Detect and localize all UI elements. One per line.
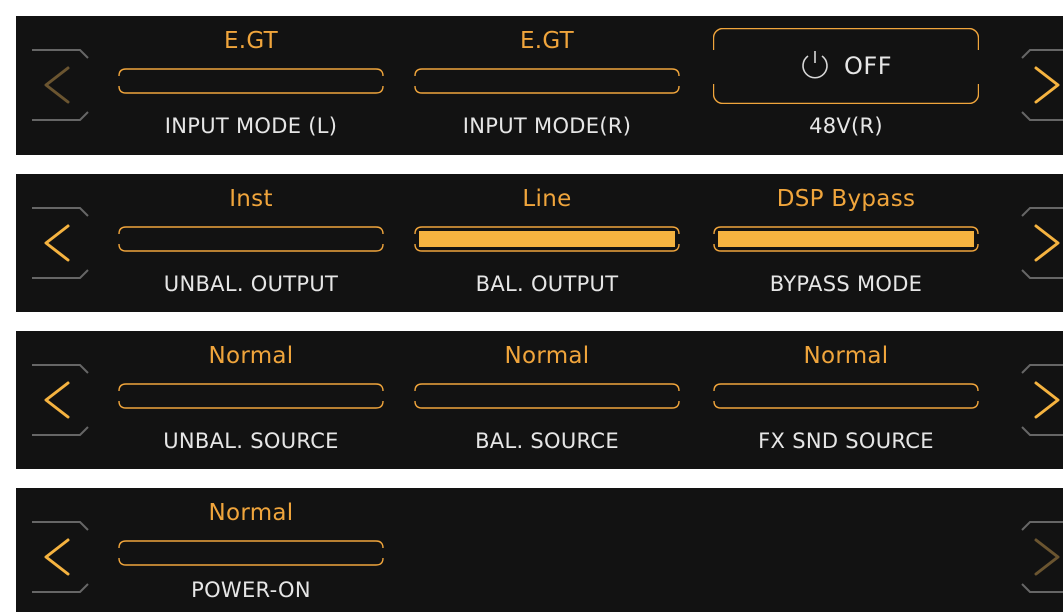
fx-snd-source-label: FX SND SOURCE xyxy=(758,429,934,453)
phantom-power-label: 48V(R) xyxy=(809,114,883,138)
input-mode-left-value: E.GT xyxy=(223,28,279,54)
bal-output-label: BAL. OUTPUT xyxy=(475,272,619,296)
bar-fill xyxy=(718,231,974,247)
power-on-value: Normal xyxy=(208,500,294,526)
unbal-source-label: UNBAL. SOURCE xyxy=(163,429,339,453)
power-on-bar[interactable] xyxy=(118,540,384,566)
next-page-button[interactable] xyxy=(996,188,1063,298)
unbal-output-value: Inst xyxy=(229,186,273,212)
phantom-power-state: OFF xyxy=(844,52,892,80)
next-page-button[interactable] xyxy=(996,30,1063,140)
prev-page-button[interactable] xyxy=(24,345,114,455)
bal-output-value: Line xyxy=(522,186,572,212)
bar-fill xyxy=(419,231,675,247)
bypass-mode-label: BYPASS MODE xyxy=(769,272,923,296)
bypass-mode-bar[interactable] xyxy=(713,226,979,252)
unbal-source-value: Normal xyxy=(208,343,294,369)
prev-page-button[interactable] xyxy=(24,502,114,612)
bal-output-bar[interactable] xyxy=(414,226,680,252)
unbal-output-label: UNBAL. OUTPUT xyxy=(163,272,339,296)
settings-row-4: Normal POWER-ON xyxy=(16,488,1063,612)
chevron-left-icon xyxy=(44,538,70,576)
fx-snd-source-bar[interactable] xyxy=(713,383,979,409)
next-page-button[interactable] xyxy=(996,345,1063,455)
chevron-left-icon xyxy=(44,66,70,104)
unbal-output-bar[interactable] xyxy=(118,226,384,252)
prev-page-button[interactable] xyxy=(24,188,114,298)
bal-source-bar[interactable] xyxy=(414,383,680,409)
input-mode-left-label: INPUT MODE (L) xyxy=(164,114,338,138)
prev-page-button[interactable] xyxy=(24,30,114,140)
bal-source-value: Normal xyxy=(504,343,590,369)
bypass-mode-value: DSP Bypass xyxy=(776,186,916,212)
bal-source-label: BAL. SOURCE xyxy=(475,429,619,453)
settings-row-3: Normal UNBAL. SOURCE Normal BAL. SOURCE … xyxy=(16,331,1063,469)
chevron-left-icon xyxy=(44,224,70,262)
input-mode-left-bar[interactable] xyxy=(118,68,384,94)
chevron-left-icon xyxy=(44,381,70,419)
fx-snd-source-value: Normal xyxy=(803,343,889,369)
chevron-right-icon xyxy=(1034,66,1060,104)
phantom-power-toggle[interactable]: OFF xyxy=(713,28,979,104)
chevron-right-icon xyxy=(1034,538,1060,576)
chevron-right-icon xyxy=(1034,224,1060,262)
settings-row-2: Inst UNBAL. OUTPUT Line BAL. OUTPUT DSP … xyxy=(16,174,1063,312)
input-mode-right-bar[interactable] xyxy=(414,68,680,94)
input-mode-right-value: E.GT xyxy=(519,28,575,54)
chevron-right-icon xyxy=(1034,381,1060,419)
next-page-button[interactable] xyxy=(996,502,1063,612)
settings-row-1: E.GT INPUT MODE (L) E.GT INPUT MODE(R) O… xyxy=(16,16,1063,155)
power-on-label: POWER-ON xyxy=(191,578,311,602)
power-icon xyxy=(802,51,828,79)
unbal-source-bar[interactable] xyxy=(118,383,384,409)
input-mode-right-label: INPUT MODE(R) xyxy=(462,114,632,138)
